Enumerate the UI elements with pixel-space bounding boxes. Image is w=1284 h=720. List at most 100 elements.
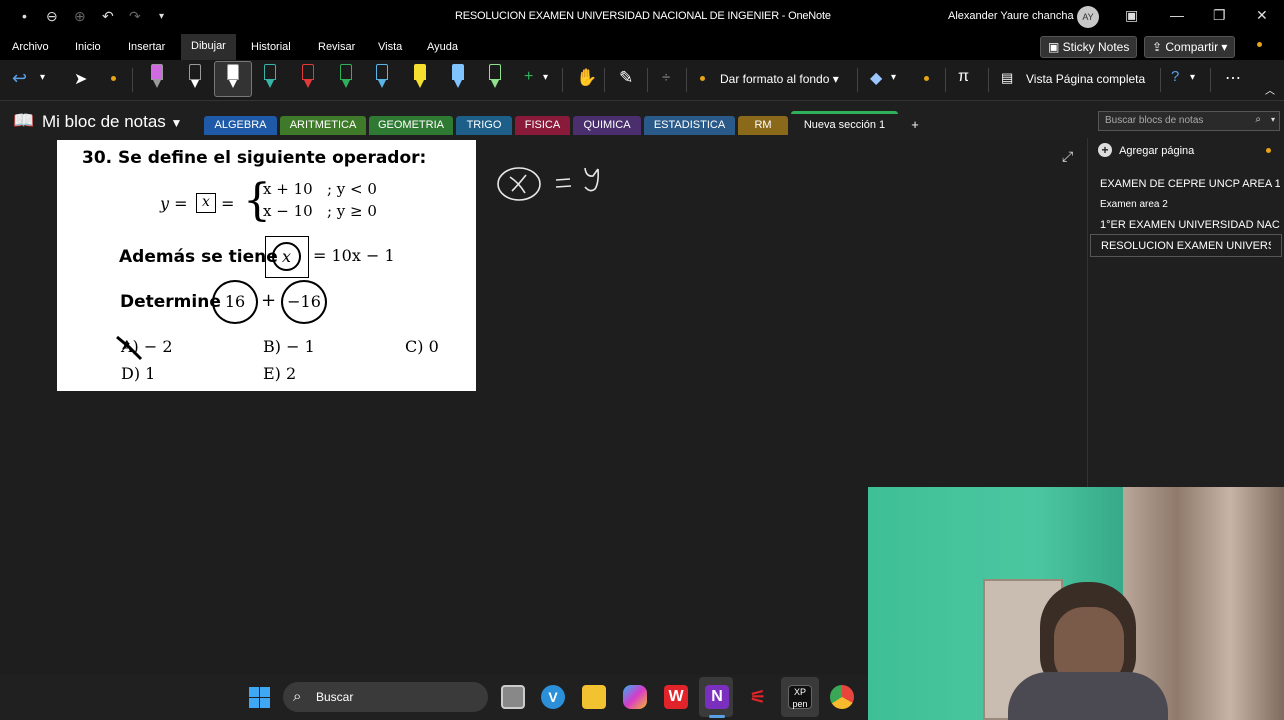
add-pen-dropdown-icon[interactable]: ▾ [543, 72, 548, 83]
back-icon[interactable]: ⊖ [46, 8, 58, 25]
chrome-icon[interactable] [830, 685, 854, 709]
ink-equals-top [555, 178, 571, 181]
page-item[interactable]: EXAMEN DE CEPRE UNCP AREA 1 [1100, 178, 1280, 190]
highlighter-lightblue-icon[interactable] [450, 64, 466, 90]
windows-start-icon[interactable] [249, 687, 270, 708]
ink-equals-bottom [555, 185, 572, 188]
file-explorer-icon[interactable] [582, 685, 606, 709]
undo-dropdown-icon[interactable]: ▾ [40, 72, 45, 83]
copilot-icon[interactable] [623, 685, 647, 709]
menu-ayuda[interactable]: Ayuda [427, 41, 458, 53]
tab-geometria[interactable]: GEOMETRIA [369, 116, 453, 135]
forward-icon[interactable]: ⊕ [74, 8, 86, 25]
taskbar-search[interactable]: ⌕ Buscar [283, 682, 488, 712]
pen-white-selected[interactable] [214, 61, 252, 97]
acrobat-icon[interactable]: ⚟ [746, 685, 770, 709]
search-scope-dropdown-icon[interactable]: ▾ [1271, 115, 1275, 124]
separator [857, 68, 858, 92]
pen-purple-icon[interactable] [149, 64, 165, 90]
xp-pen-icon[interactable]: XP pen [788, 685, 812, 709]
search-notebooks-input[interactable]: Buscar blocs de notas ⌕ ▾ [1098, 111, 1280, 131]
full-page-view-icon[interactable]: ▤ [1001, 70, 1013, 86]
tab-aritmetica[interactable]: ARITMETICA [280, 116, 366, 135]
sticky-notes-button[interactable]: ▣ Sticky Notes [1040, 36, 1138, 58]
tab-fisica[interactable]: FISICA [515, 116, 570, 135]
convert-shapes-icon[interactable]: ◆ [870, 68, 882, 88]
highlighter-yellow-icon[interactable] [412, 64, 428, 90]
menu-historial[interactable]: Historial [251, 41, 291, 53]
ribbon-display-icon[interactable]: ▣ [1125, 7, 1138, 24]
tool-dot [924, 76, 929, 81]
separator [132, 68, 133, 92]
format-background-button[interactable]: Dar formato al fondo ▾ [720, 72, 839, 86]
pen-white-outline-icon[interactable] [187, 64, 203, 90]
convert-dropdown-icon[interactable]: ▾ [891, 72, 896, 83]
tab-rm[interactable]: RM [738, 116, 788, 135]
close-icon[interactable]: ✕ [1256, 7, 1268, 24]
pen-teal-icon[interactable] [262, 64, 278, 90]
ink-y [584, 167, 599, 192]
menu-vista[interactable]: Vista [378, 41, 402, 53]
page-item[interactable]: Examen area 2 [1100, 199, 1280, 210]
notification-dot [1257, 42, 1262, 47]
separator [945, 68, 946, 92]
share-icon: ⇪ [1152, 40, 1166, 54]
menu-inicio[interactable]: Inicio [75, 41, 101, 53]
tab-estadistica[interactable]: ESTADISTICA [644, 116, 735, 135]
ink-to-math-icon[interactable]: π [958, 68, 969, 86]
handwriting-ink[interactable] [495, 163, 615, 205]
help-icon[interactable]: ? [1171, 68, 1179, 85]
select-cursor-icon[interactable]: ➤ [74, 69, 87, 89]
share-label: Compartir [1165, 40, 1219, 54]
tab-algebra[interactable]: ALGEBRA [204, 116, 277, 135]
pen-red-icon[interactable] [300, 64, 316, 90]
tab-trigo[interactable]: TRIGO [456, 116, 512, 135]
task-view-icon[interactable] [501, 685, 525, 709]
menu-revisar[interactable]: Revisar [318, 41, 355, 53]
collapse-ribbon-icon[interactable]: ︿ [1265, 82, 1275, 97]
search-icon[interactable]: ⌕ [1255, 114, 1261, 125]
add-page-label: Agregar página [1119, 145, 1195, 157]
touch-draw-hand-icon[interactable]: ✋ [576, 68, 597, 88]
tool-dot [111, 76, 116, 81]
restore-icon[interactable]: ❐ [1213, 7, 1226, 24]
more-dot-icon[interactable]: • [22, 8, 27, 24]
add-page-button[interactable]: + Agregar página [1098, 143, 1194, 157]
case-2: x − 10 ; y ≥ 0 [263, 202, 377, 220]
wps-office-icon[interactable]: W [664, 685, 688, 709]
pen-blue-icon[interactable] [374, 64, 390, 90]
problem-image[interactable]: 30. Se define el siguiente operador: y =… [57, 140, 476, 391]
full-page-view-button[interactable]: Vista Página completa [1026, 72, 1145, 86]
user-name[interactable]: Alexander Yaure chancha [948, 10, 1074, 22]
redo-icon[interactable]: ↷ [129, 8, 141, 25]
help-dropdown-icon[interactable]: ▾ [1190, 72, 1195, 83]
insert-space-icon[interactable]: ÷ [662, 69, 670, 86]
app-v-icon[interactable]: V [541, 685, 565, 709]
menu-dibujar[interactable]: Dibujar [181, 34, 236, 60]
tab-quimica[interactable]: QUIMICA [573, 116, 641, 135]
tab-nueva-seccion[interactable]: Nueva sección 1 [791, 111, 898, 139]
add-section-button[interactable]: + [905, 116, 925, 135]
notebook-name[interactable]: Mi bloc de notas ▼ [42, 112, 182, 132]
menu-insertar[interactable]: Insertar [128, 41, 165, 53]
undo-icon[interactable]: ↶ [102, 8, 114, 25]
ruler-icon[interactable]: ✎ [619, 68, 633, 88]
expand-icon[interactable]: ⤢ [1062, 148, 1073, 165]
lasso-undo-icon[interactable]: ↩ [12, 68, 27, 89]
highlighter-lightgreen-icon[interactable] [487, 64, 503, 90]
onenote-icon[interactable]: N [705, 685, 729, 709]
menu-archivo[interactable]: Archivo [12, 41, 49, 53]
pen-green-icon[interactable] [338, 64, 354, 90]
more-options-icon[interactable]: ⋯ [1225, 68, 1241, 88]
taskbar: ⌕ Buscar V W N ⚟ XP pen [0, 675, 868, 720]
separator [647, 68, 648, 92]
page-item-selected[interactable]: RESOLUCION EXAMEN UNIVERSI [1090, 234, 1282, 257]
customize-toolbar-icon[interactable]: ▾ [159, 11, 164, 22]
add-pen-icon[interactable]: + [524, 68, 533, 86]
page-item-label: RESOLUCION EXAMEN UNIVERSI [1101, 240, 1271, 252]
page-item[interactable]: 1°ER EXAMEN UNIVERSIDAD NAC [1100, 219, 1280, 231]
minimize-icon[interactable]: — [1170, 7, 1184, 23]
avatar[interactable]: AY [1077, 6, 1099, 28]
share-button[interactable]: ⇪ Compartir ▾ [1144, 36, 1236, 58]
separator [1160, 68, 1161, 92]
